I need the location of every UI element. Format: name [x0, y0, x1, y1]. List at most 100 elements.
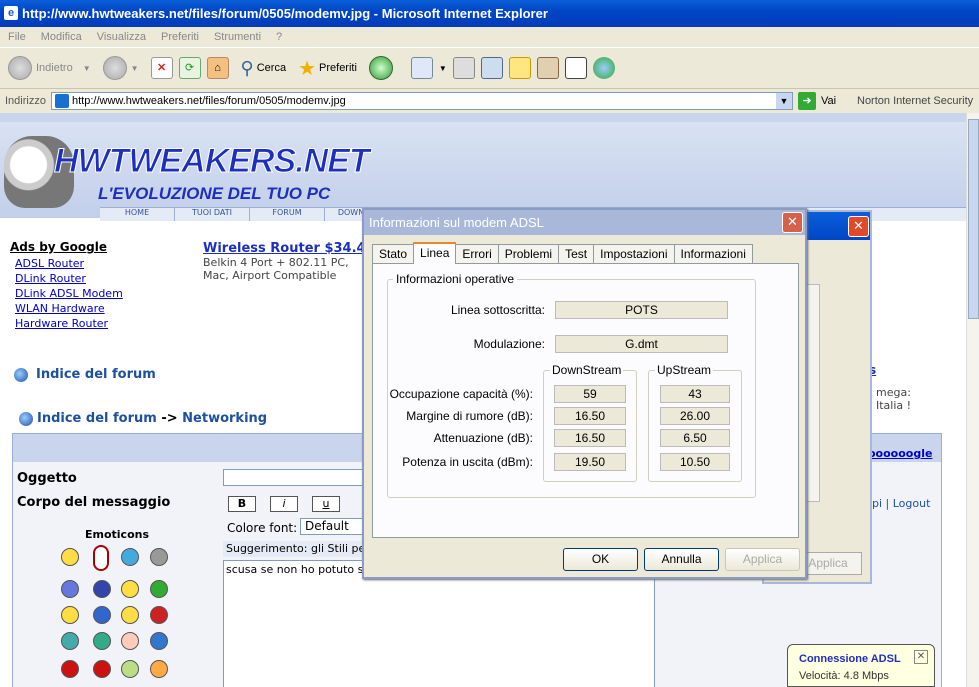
tab-informazioni[interactable]: Informazioni — [673, 244, 753, 264]
wireless-ad-title[interactable]: Wireless Router $34.49 — [203, 241, 375, 256]
site-slogan: L'EVOLUZIONE DEL TUO PC — [98, 184, 331, 203]
italic-button[interactable]: i — [270, 496, 298, 512]
subject-label: Oggetto — [17, 471, 77, 486]
breadcrumb-index[interactable]: Indice del forum — [37, 411, 157, 426]
nav-tuoi-dati[interactable]: TUOI DATI — [175, 208, 250, 221]
row-label: Attenuazione (dB): — [433, 431, 533, 445]
close-icon[interactable]: ✕ — [914, 650, 928, 664]
smiley-icon[interactable] — [93, 632, 111, 650]
smiley-icon[interactable] — [121, 548, 139, 566]
tab-stato[interactable]: Stato — [372, 244, 415, 264]
close-icon[interactable]: ✕ — [848, 216, 869, 237]
menu-visualizza[interactable]: Visualizza — [97, 31, 146, 43]
bold-button[interactable]: B — [228, 496, 256, 512]
smiley-icon[interactable] — [150, 548, 168, 566]
menu-help[interactable]: ? — [276, 31, 282, 43]
nav-home[interactable]: HOME — [100, 208, 175, 221]
address-input[interactable]: http://www.hwtweakers.net/files/forum/05… — [51, 92, 793, 110]
smiley-icon[interactable] — [61, 580, 79, 598]
smiley-icon[interactable] — [121, 660, 139, 678]
breadcrumb-networking[interactable]: Networking — [182, 411, 267, 426]
up-value: 10.50 — [660, 453, 730, 471]
go-button[interactable]: ➜ Vai — [798, 92, 836, 110]
discuss-icon[interactable] — [508, 57, 531, 79]
smiley-icon[interactable] — [93, 545, 109, 571]
smiley-icon[interactable] — [150, 606, 168, 624]
close-icon[interactable]: ✕ — [782, 212, 803, 233]
logout-link[interactable]: Logout — [893, 497, 931, 510]
stop-icon[interactable]: ✕ — [150, 57, 173, 79]
edit-icon[interactable] — [480, 57, 503, 79]
page-top-strip — [0, 113, 966, 122]
ad-link[interactable]: Hardware Router — [15, 317, 108, 330]
ads-title[interactable]: Ads by Google — [10, 240, 107, 254]
smiley-icon[interactable] — [61, 606, 79, 624]
underline-button[interactable]: u — [312, 496, 340, 512]
menu-preferiti[interactable]: Preferiti — [161, 31, 199, 43]
smiley-icon[interactable] — [61, 660, 79, 678]
ad-link[interactable]: DLink Router — [15, 272, 86, 285]
row-label: Margine di rumore (dB): — [406, 409, 533, 423]
breadcrumb: Indice del forum -> Networking — [19, 411, 267, 426]
scroll-thumb[interactable] — [968, 119, 979, 319]
menu-file[interactable]: File — [8, 31, 26, 43]
ad-link[interactable]: ADSL Router — [15, 257, 84, 270]
smiley-icon[interactable] — [93, 606, 111, 624]
ok-button[interactable]: OK — [563, 548, 638, 571]
menu-modifica[interactable]: Modifica — [41, 31, 82, 43]
message-textarea[interactable]: scusa se non ho potuto s — [223, 560, 655, 687]
smiley-icon[interactable] — [61, 548, 79, 566]
forward-button[interactable]: ▼ — [102, 56, 139, 80]
address-dropdown-icon[interactable]: ▼ — [776, 93, 792, 109]
home-icon[interactable]: ⌂ — [206, 57, 229, 79]
print-icon[interactable] — [452, 57, 475, 79]
star-icon: ★ — [298, 57, 317, 80]
research-icon[interactable] — [536, 57, 559, 79]
font-color-select[interactable]: Default — [300, 518, 370, 535]
nav-forum[interactable]: FORUM — [250, 208, 325, 221]
smiley-icon[interactable] — [150, 580, 168, 598]
site-header: HWTWEAKERS.NET L'EVOLUZIONE DEL TUO PC — [0, 122, 966, 218]
tab-errori[interactable]: Errori — [455, 244, 499, 264]
favorites-button[interactable]: ★ Preferiti — [298, 56, 357, 81]
ad-link[interactable]: WLAN Hardware — [15, 302, 105, 315]
tab-problemi[interactable]: Problemi — [497, 244, 560, 264]
forum-index-link[interactable]: Indice del forum — [14, 367, 156, 382]
tab-linea[interactable]: Linea — [413, 242, 457, 264]
messenger-tool-icon[interactable] — [564, 57, 587, 79]
refresh-icon[interactable]: ⟳ — [178, 57, 201, 79]
smiley-icon[interactable] — [93, 660, 111, 678]
tray-speed: Velocità: 4.8 Mbps — [799, 670, 889, 682]
tab-impostazioni[interactable]: Impostazioni — [593, 244, 675, 264]
smiley-icon[interactable] — [150, 632, 168, 650]
back-button[interactable]: Indietro ▼ — [8, 56, 91, 80]
ad-link[interactable]: DLink ADSL Modem — [15, 287, 123, 300]
body-label: Corpo del messaggio — [17, 495, 171, 510]
history-icon[interactable] — [368, 56, 393, 80]
smiley-icon[interactable] — [121, 606, 139, 624]
dropdown-arrow-icon[interactable]: ▼ — [439, 64, 447, 73]
smiley-icon[interactable] — [121, 632, 139, 650]
smiley-icon[interactable] — [121, 580, 139, 598]
search-label: Cerca — [256, 62, 287, 74]
page-scrollbar[interactable] — [966, 113, 979, 687]
smiley-icon[interactable] — [61, 632, 79, 650]
right-google-link[interactable]: oooooogle — [868, 447, 932, 460]
search-button[interactable]: ⚲ Cerca — [241, 58, 287, 79]
smiley-icon[interactable] — [93, 580, 111, 598]
adsl-tray-balloon: Connessione ADSL ✕ Velocità: 4.8 Mbps — [787, 644, 935, 687]
site-logo[interactable]: HWTWEAKERS.NET — [54, 142, 371, 181]
subject-input[interactable] — [223, 469, 373, 486]
emoticons-label: Emoticons — [85, 528, 150, 541]
cancel-button[interactable]: Annulla — [644, 548, 719, 571]
menu-strumenti[interactable]: Strumenti — [214, 31, 261, 43]
tab-test[interactable]: Test — [558, 244, 595, 264]
apply-button[interactable]: Applica — [725, 548, 800, 571]
messenger-icon[interactable] — [592, 57, 615, 79]
norton-toolbar[interactable]: Norton Internet Security — [857, 95, 973, 107]
bullet-icon — [14, 367, 28, 382]
mail-icon[interactable] — [410, 57, 433, 79]
go-arrow-icon: ➜ — [798, 92, 816, 110]
linea-value: POTS — [555, 301, 728, 319]
smiley-icon[interactable] — [150, 660, 168, 678]
